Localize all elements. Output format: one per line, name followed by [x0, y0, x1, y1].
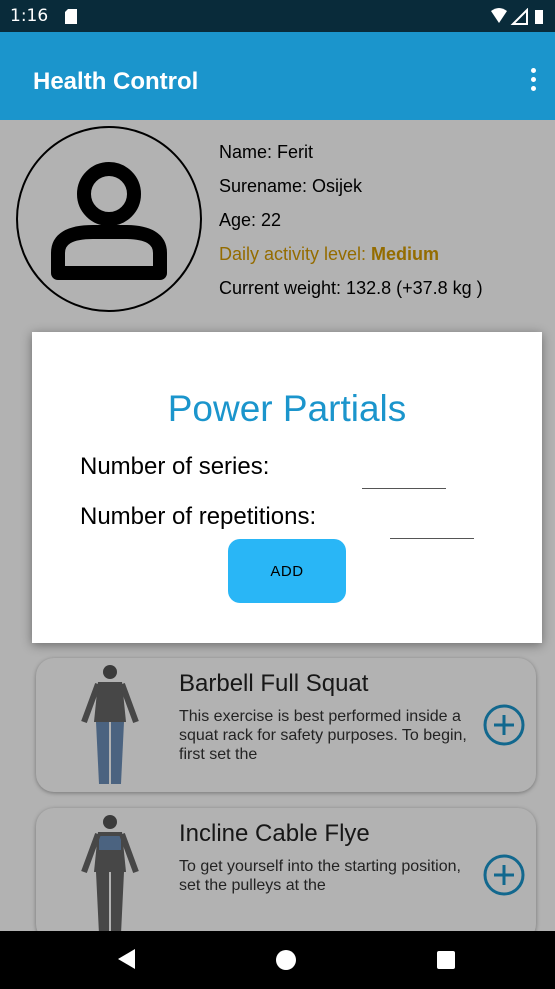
app-bar: Health Control — [0, 32, 555, 120]
repetitions-input[interactable] — [390, 514, 474, 539]
series-input[interactable] — [362, 464, 446, 489]
navigation-bar — [0, 931, 555, 989]
home-icon[interactable] — [276, 950, 296, 970]
add-button[interactable]: ADD — [228, 539, 346, 603]
app-title: Health Control — [33, 68, 199, 95]
repetitions-label: Number of repetitions: — [80, 503, 317, 530]
wifi-icon — [491, 8, 507, 23]
recents-icon[interactable] — [437, 951, 455, 969]
status-bar: 1:16 — [0, 0, 555, 32]
add-exercise-dialog: Power Partials Number of series: Number … — [32, 332, 542, 643]
battery-icon — [535, 10, 543, 24]
status-time: 1:16 — [10, 6, 49, 26]
sd-card-icon — [65, 9, 77, 24]
more-vert-icon[interactable] — [531, 68, 537, 96]
dialog-title: Power Partials — [167, 388, 407, 429]
back-icon[interactable] — [118, 949, 136, 969]
signal-icon — [510, 8, 528, 25]
series-label: Number of series: — [80, 453, 270, 480]
status-icons — [491, 8, 543, 25]
